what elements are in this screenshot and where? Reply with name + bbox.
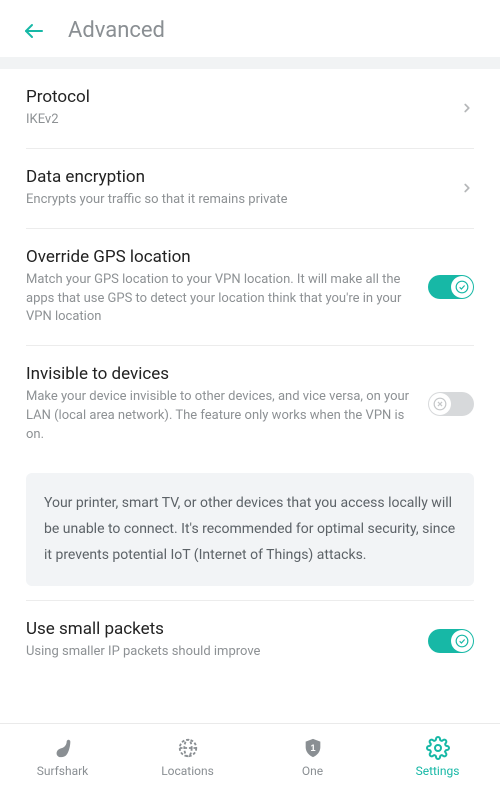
row-protocol-title: Protocol — [26, 87, 446, 107]
check-icon — [451, 630, 473, 652]
surfshark-icon — [52, 736, 74, 760]
tab-label: Locations — [161, 764, 214, 778]
invisible-toggle[interactable] — [428, 392, 474, 416]
globe-icon — [177, 736, 199, 760]
row-protocol-sub: IKEv2 — [26, 111, 446, 130]
settings-scroll-area: Protocol IKEv2 Data encryption Encrypts … — [0, 69, 500, 723]
tab-one[interactable]: 1 One — [250, 724, 375, 789]
row-encryption-sub: Encrypts your traffic so that it remains… — [26, 191, 446, 210]
app-header: Advanced — [0, 0, 500, 57]
page-title: Advanced — [68, 18, 165, 43]
row-encryption[interactable]: Data encryption Encrypts your traffic so… — [0, 149, 500, 228]
row-small-packets-title: Use small packets — [26, 619, 414, 639]
svg-text:1: 1 — [310, 742, 315, 752]
row-small-packets-sub: Using smaller IP packets should improve — [26, 643, 414, 662]
tab-label: One — [302, 764, 323, 778]
chevron-right-icon — [460, 177, 474, 199]
row-gps-title: Override GPS location — [26, 247, 414, 267]
shield-icon: 1 — [302, 736, 324, 760]
row-small-packets: Use small packets Using smaller IP packe… — [0, 601, 500, 662]
row-invisible-title: Invisible to devices — [26, 364, 414, 384]
back-arrow-icon[interactable] — [22, 19, 46, 43]
tab-settings[interactable]: Settings — [375, 724, 500, 789]
bottom-tab-bar: Surfshark Locations 1 One Settings — [0, 723, 500, 789]
tab-label: Settings — [416, 764, 460, 778]
row-gps: Override GPS location Match your GPS loc… — [0, 229, 500, 346]
row-gps-sub: Match your GPS location to your VPN loca… — [26, 271, 414, 328]
row-invisible-sub: Make your device invisible to other devi… — [26, 388, 414, 445]
check-icon — [451, 276, 473, 298]
tab-locations[interactable]: Locations — [125, 724, 250, 789]
invisible-info: Your printer, smart TV, or other devices… — [26, 473, 474, 587]
chevron-right-icon — [460, 97, 474, 119]
row-protocol[interactable]: Protocol IKEv2 — [0, 69, 500, 148]
gear-icon — [426, 736, 450, 760]
tab-label: Surfshark — [37, 764, 89, 778]
header-separator — [0, 57, 500, 69]
small-packets-toggle[interactable] — [428, 629, 474, 653]
row-encryption-title: Data encryption — [26, 167, 446, 187]
gps-toggle[interactable] — [428, 275, 474, 299]
tab-surfshark[interactable]: Surfshark — [0, 724, 125, 789]
row-invisible: Invisible to devices Make your device in… — [0, 346, 500, 463]
x-icon — [429, 393, 451, 415]
